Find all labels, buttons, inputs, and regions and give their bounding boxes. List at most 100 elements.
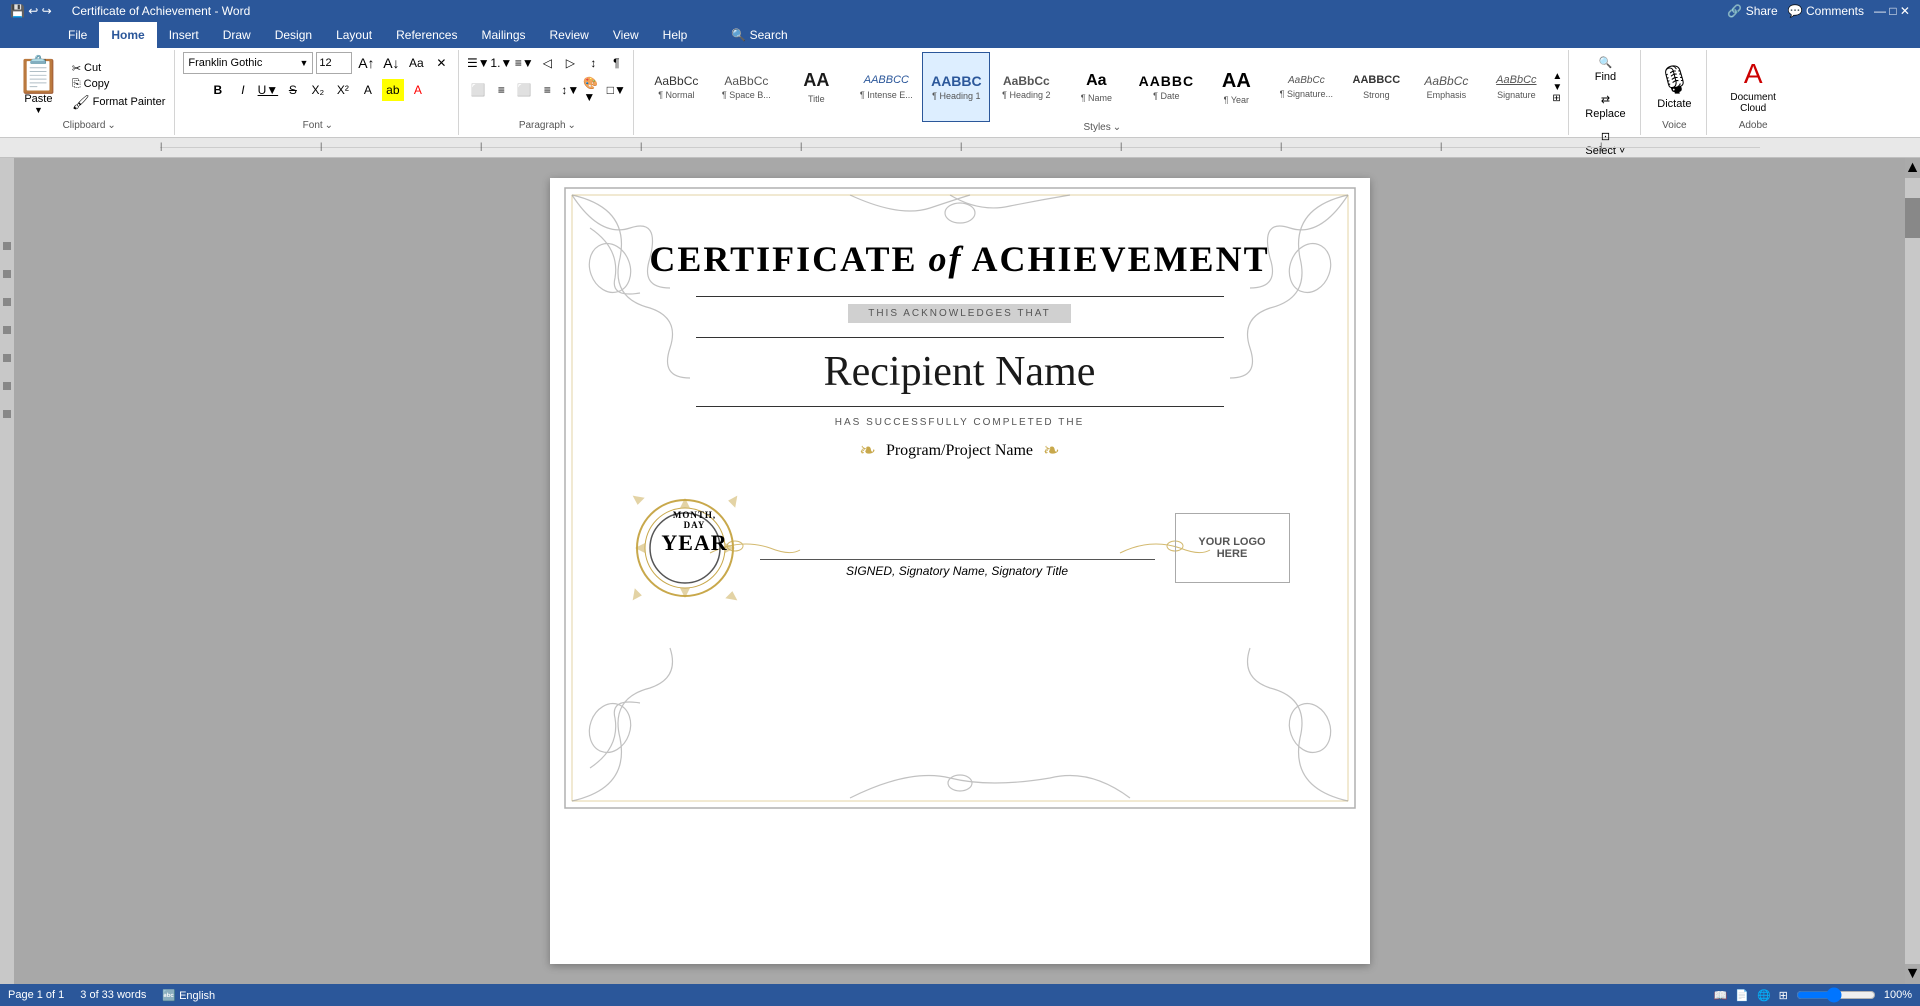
font-expand-icon[interactable]: ⌄ (325, 120, 333, 131)
share-btn[interactable]: 🔗 Share (1727, 4, 1777, 18)
style-emphasis[interactable]: AaBbCc Emphasis (1412, 52, 1480, 122)
style-title[interactable]: AA Title (782, 52, 850, 122)
tab-mailings[interactable]: Mailings (469, 22, 537, 48)
find-label: Find (1595, 71, 1616, 83)
italic-button[interactable]: I (232, 79, 254, 101)
subscript-button[interactable]: X₂ (307, 79, 329, 101)
find-button[interactable]: 🔍 Find (1587, 52, 1624, 87)
tab-file[interactable]: File (56, 22, 99, 48)
zoom-slider[interactable] (1796, 987, 1876, 1003)
tab-home[interactable]: Home (99, 22, 156, 48)
style-heading2[interactable]: AaBbCc ¶ Heading 2 (992, 52, 1060, 122)
tab-layout[interactable]: Layout (324, 22, 384, 48)
acknowledges-text[interactable]: THIS ACKNOWLEDGES THAT (848, 304, 1071, 323)
style-date[interactable]: AABBC ¶ Date (1132, 52, 1200, 122)
tab-view[interactable]: View (601, 22, 651, 48)
comments-btn[interactable]: 💬 Comments (1788, 4, 1864, 18)
increase-indent-button[interactable]: ▷ (559, 52, 581, 74)
tab-references[interactable]: References (384, 22, 469, 48)
clear-format-button[interactable]: ✕ (430, 52, 452, 74)
scroll-up-button[interactable]: ▲ (1905, 158, 1920, 178)
tab-draw[interactable]: Draw (211, 22, 263, 48)
paragraph-expand-icon[interactable]: ⌄ (568, 120, 576, 131)
bullets-button[interactable]: ☰▼ (467, 52, 489, 74)
show-para-button[interactable]: ¶ (605, 52, 627, 74)
align-left-button[interactable]: ⬜ (467, 79, 489, 101)
focus-mode-btn[interactable]: ⊞ (1779, 989, 1788, 1002)
window-controls[interactable]: — □ ✕ (1874, 4, 1910, 18)
adobe-doc-cloud-button[interactable]: A Document Cloud (1715, 54, 1791, 118)
style-strong[interactable]: AABBCC Strong (1342, 52, 1410, 122)
decrease-indent-button[interactable]: ◁ (536, 52, 558, 74)
signatory-name[interactable]: Signatory Name (899, 564, 985, 578)
styles-expand-icon[interactable]: ⌄ (1113, 122, 1121, 133)
borders-button[interactable]: □▼ (605, 79, 627, 101)
font-size-select[interactable]: 12 (316, 52, 352, 74)
certificate-seal: MONTH, DAY YEAR (630, 493, 740, 603)
copy-button[interactable]: ⎘ Copy (69, 77, 169, 92)
logo-box[interactable]: YOUR LOGO HERE (1175, 513, 1290, 583)
style-signature-line[interactable]: AaBbCc ¶ Signature... (1272, 52, 1340, 122)
font-shrink-button[interactable]: A↓ (380, 52, 402, 74)
clipboard-expand-icon[interactable]: ⌄ (107, 120, 115, 131)
multilevel-button[interactable]: ≡▼ (513, 52, 535, 74)
bold-button[interactable]: B (207, 79, 229, 101)
logo-line1: YOUR LOGO (1198, 536, 1265, 548)
document[interactable]: CERTIFICATE of ACHIEVEMENT THIS ACKNOWLE… (550, 178, 1370, 964)
dictate-button[interactable]: 🎙 Dictate (1649, 59, 1701, 114)
font-grow-button[interactable]: A↑ (355, 52, 377, 74)
style-signature[interactable]: AaBbCc Signature (1482, 52, 1550, 122)
styles-scroll-down[interactable]: ▼ (1552, 82, 1562, 93)
doc-area[interactable]: CERTIFICATE of ACHIEVEMENT THIS ACKNOWLE… (14, 158, 1905, 984)
word-count[interactable]: 3 of 33 words (80, 989, 146, 1002)
align-center-button[interactable]: ≡ (490, 79, 512, 101)
right-scrollbar[interactable]: ▲ ▼ (1905, 158, 1920, 984)
signature-area[interactable]: SIGNED, Signatory Name, Signatory Title (760, 519, 1155, 578)
tab-design[interactable]: Design (263, 22, 324, 48)
tab-insert[interactable]: Insert (157, 22, 211, 48)
replace-button[interactable]: ⇄ Replace (1577, 89, 1633, 124)
strikethrough-button[interactable]: S (282, 79, 304, 101)
recipient-name[interactable]: Recipient Name (630, 348, 1290, 396)
style-year[interactable]: AA ¶ Year (1202, 52, 1270, 122)
scroll-down-button[interactable]: ▼ (1905, 964, 1920, 984)
font-family-select[interactable]: Franklin Gothic ▼ (183, 52, 313, 74)
style-normal[interactable]: AaBbCc ¶ Normal (642, 52, 710, 122)
program-name[interactable]: Program/Project Name (886, 442, 1033, 460)
tab-review[interactable]: Review (538, 22, 601, 48)
cut-button[interactable]: ✂ Cut (69, 61, 169, 76)
underline-button[interactable]: U▼ (257, 79, 279, 101)
paste-button[interactable]: 📋 Paste ▼ (10, 55, 67, 117)
zoom-level[interactable]: 100% (1884, 989, 1912, 1001)
styles-scroll-up[interactable]: ▲ (1552, 71, 1562, 82)
shading-button[interactable]: 🎨▼ (582, 79, 604, 101)
certificate-content[interactable]: CERTIFICATE of ACHIEVEMENT THIS ACKNOWLE… (550, 178, 1370, 643)
tab-help[interactable]: Help (651, 22, 700, 48)
format-painter-button[interactable]: 🖌 Format Painter (69, 93, 169, 112)
align-right-button[interactable]: ⬜ (513, 79, 535, 101)
style-heading1[interactable]: AABBC ¶ Heading 1 (922, 52, 990, 122)
web-layout-btn[interactable]: 🌐 (1757, 989, 1771, 1002)
line-spacing-button[interactable]: ↕▼ (559, 79, 581, 101)
change-case-button[interactable]: Aa (405, 52, 427, 74)
numbering-button[interactable]: 1.▼ (490, 52, 512, 74)
print-layout-btn[interactable]: 📄 (1735, 989, 1749, 1002)
style-intense-e[interactable]: AABBCC ¶ Intense E... (852, 52, 920, 122)
certificate-title[interactable]: CERTIFICATE of ACHIEVEMENT (630, 238, 1290, 280)
page-info[interactable]: Page 1 of 1 (8, 989, 64, 1002)
text-highlight-button[interactable]: ab (382, 79, 404, 101)
completed-text[interactable]: HAS SUCCESSFULLY COMPLETED THE (630, 417, 1290, 428)
signatory-title[interactable]: Signatory Title (991, 564, 1068, 578)
style-space-before[interactable]: AaBbCc ¶ Space B... (712, 52, 780, 122)
styles-expand[interactable]: ⊞ (1552, 93, 1562, 104)
style-name[interactable]: Aa ¶ Name (1062, 52, 1130, 122)
justify-button[interactable]: ≡ (536, 79, 558, 101)
scroll-thumb[interactable] (1905, 198, 1920, 238)
text-effects-button[interactable]: A (357, 79, 379, 101)
sort-button[interactable]: ↕ (582, 52, 604, 74)
search-tab[interactable]: 🔍 Search (719, 22, 799, 48)
font-color-button[interactable]: A (407, 79, 429, 101)
font-group: Franklin Gothic ▼ 12 A↑ A↓ Aa ✕ B I U▼ S… (177, 50, 459, 135)
superscript-button[interactable]: X² (332, 79, 354, 101)
read-mode-btn[interactable]: 📖 (1714, 989, 1728, 1002)
